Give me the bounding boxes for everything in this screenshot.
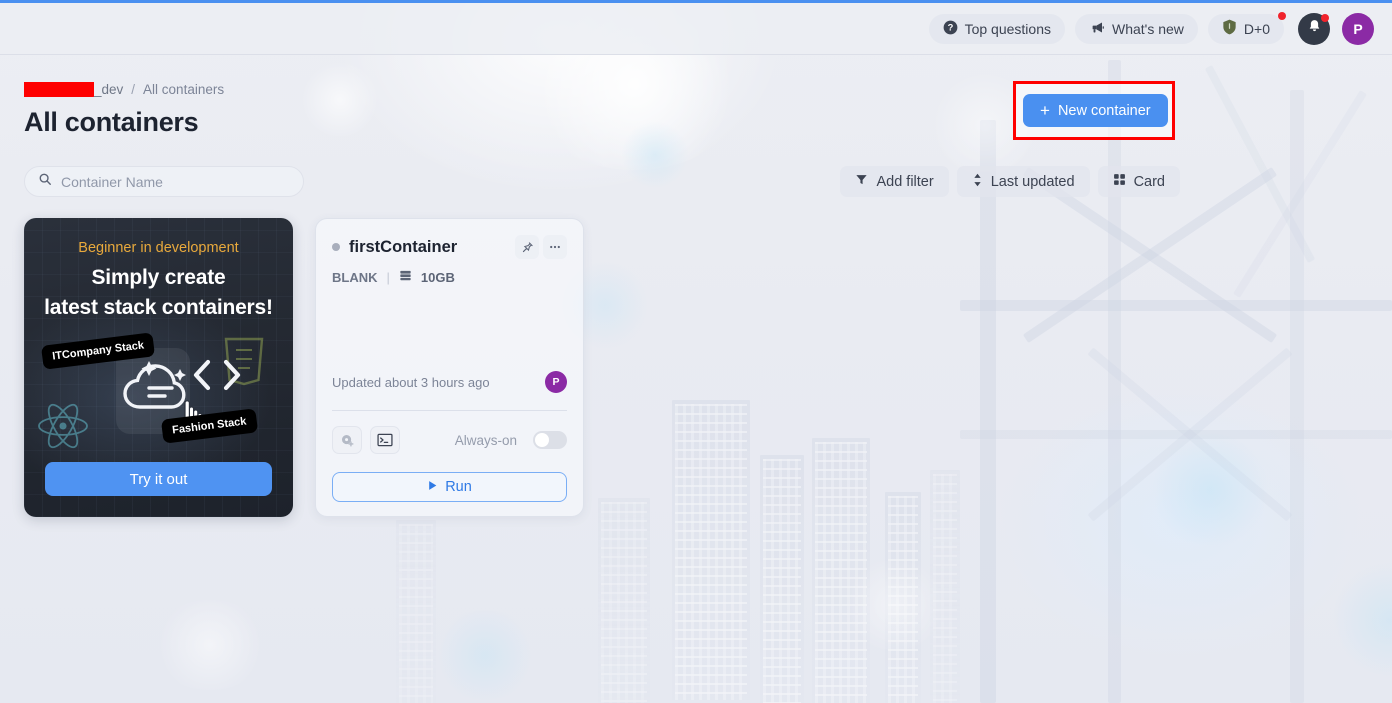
megaphone-icon: [1089, 20, 1105, 38]
card-divider: [332, 410, 567, 411]
top-questions-label: Top questions: [964, 20, 1051, 37]
terminal-icon[interactable]: [370, 426, 400, 454]
sort-button[interactable]: Last updated: [956, 166, 1090, 197]
container-updated-text: Updated about 3 hours ago: [332, 374, 490, 390]
avatar-initial: P: [1353, 20, 1363, 37]
page-title: All containers: [24, 107, 199, 137]
code-brackets-icon: [192, 354, 242, 401]
search-input[interactable]: [61, 173, 290, 190]
container-meta: BLANK | 10GB: [332, 269, 567, 285]
container-updated-row: Updated about 3 hours ago P: [332, 371, 567, 393]
grid-icon: [1113, 173, 1126, 190]
browser-top-accent-bar: [0, 0, 1392, 3]
pin-icon[interactable]: [515, 235, 539, 259]
view-mode-button[interactable]: Card: [1097, 166, 1180, 197]
breadcrumb-current[interactable]: All containers: [143, 82, 224, 97]
container-status-dot: [332, 243, 340, 251]
promo-headline-line2: latest stack containers!: [44, 296, 273, 319]
ellipsis-icon[interactable]: [543, 235, 567, 259]
container-size: 10GB: [420, 269, 455, 285]
container-card-header: firstContainer: [332, 235, 567, 259]
new-container-button[interactable]: + New container: [1023, 94, 1168, 127]
bell-icon: [1307, 18, 1322, 39]
react-logo-icon: [36, 402, 90, 455]
plus-icon: +: [1040, 101, 1050, 120]
user-avatar[interactable]: P: [1342, 12, 1374, 45]
container-card[interactable]: firstContainer BLANK | 10GB Updated abou…: [315, 218, 584, 517]
breadcrumb-org[interactable]: _dev: [24, 82, 123, 97]
search-icon: [38, 172, 52, 191]
add-filter-button[interactable]: Add filter: [840, 166, 949, 197]
question-circle-icon: ?: [943, 20, 958, 38]
container-card-actions: [515, 235, 567, 259]
shield-badge-button[interactable]: D+0: [1207, 11, 1286, 44]
shield-icon: [1222, 19, 1237, 38]
run-label: Run: [445, 479, 472, 495]
svg-text:?: ?: [947, 22, 953, 32]
search-box[interactable]: [24, 166, 304, 197]
container-template: BLANK: [332, 269, 378, 285]
shield-badge-label: D+0: [1243, 20, 1270, 37]
shield-badge-dot: [1278, 11, 1286, 20]
container-owner-avatar[interactable]: P: [545, 371, 567, 393]
breadcrumb-org-suffix: _dev: [94, 82, 124, 97]
whats-new-label: What's new: [1112, 20, 1184, 37]
add-filter-label: Add filter: [876, 173, 934, 190]
always-on-toggle[interactable]: [533, 431, 567, 449]
storage-icon: [399, 269, 412, 285]
breadcrumb: _dev / All containers: [24, 82, 224, 97]
cards-row: Beginner in development Simply create la…: [24, 218, 584, 517]
container-name: firstContainer: [349, 237, 458, 256]
breadcrumb-separator: /: [131, 82, 136, 97]
page-root: ? Top questions What's new D+0 P _dev / …: [0, 0, 1392, 703]
sort-icon: [972, 173, 983, 191]
promo-cta-button[interactable]: Try it out: [45, 462, 272, 496]
notifications-button[interactable]: [1298, 12, 1330, 45]
toolbar-right: Add filter Last updated Card: [840, 166, 1180, 197]
promo-card[interactable]: Beginner in development Simply create la…: [24, 218, 293, 517]
top-questions-button[interactable]: ? Top questions: [928, 13, 1065, 44]
container-owner-initial: P: [552, 376, 560, 388]
snapshot-add-icon[interactable]: [332, 426, 362, 454]
meta-separator: |: [386, 269, 390, 285]
app-header: ? Top questions What's new D+0 P: [0, 3, 1392, 55]
promo-headline-line1: Simply create: [91, 266, 226, 289]
redaction-block: [24, 82, 94, 97]
container-action-bar: Always-on: [332, 426, 567, 454]
whats-new-button[interactable]: What's new: [1075, 13, 1198, 44]
always-on-label: Always-on: [454, 432, 517, 448]
run-button[interactable]: Run: [332, 472, 567, 502]
sort-label: Last updated: [990, 173, 1075, 190]
filter-icon: [855, 173, 868, 190]
promo-kicker: Beginner in development: [78, 240, 239, 256]
view-mode-label: Card: [1133, 173, 1165, 190]
notification-dot: [1321, 13, 1329, 22]
play-icon: [427, 479, 438, 495]
new-container-label: New container: [1057, 102, 1151, 119]
